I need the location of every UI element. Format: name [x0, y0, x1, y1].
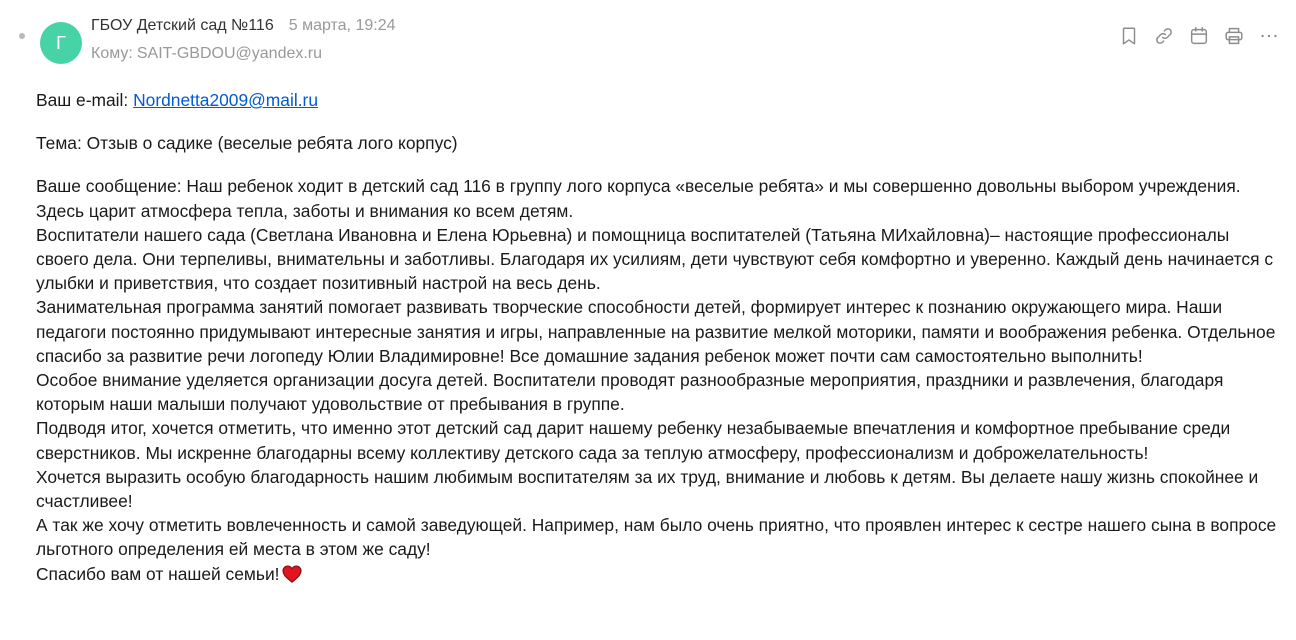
message-paragraph: Подводя итог, хочется отметить, что имен…	[36, 418, 1231, 463]
print-button[interactable]	[1222, 24, 1246, 48]
message-text: Ваше сообщение: Наш ребенок ходит в детс…	[36, 174, 1286, 585]
unread-dot-icon[interactable]	[19, 33, 25, 39]
subject-line: Тема: Отзыв о садике (веселые ребята лог…	[36, 133, 458, 154]
print-icon	[1225, 27, 1243, 45]
message-paragraph: Хочется выразить особую благодарность на…	[36, 466, 1259, 512]
link-icon	[1156, 28, 1172, 44]
message-paragraphs: Ваше сообщение: Наш ребенок ходит в детс…	[36, 176, 1276, 559]
more-icon	[1261, 34, 1277, 38]
email-line: Ваш e-mail: Nordnetta2009@mail.ru	[36, 88, 1286, 112]
message-paragraph: Воспитатели нашего сада (Светлана Иванов…	[36, 224, 1274, 294]
sent-date: 5 марта, 19:24	[288, 17, 396, 34]
message-paragraph: А так же хочу отметить вовлеченность и с…	[36, 515, 1277, 560]
sender-name[interactable]: ГБОУ Детский сад №116	[91, 17, 274, 34]
message-toolbar	[1117, 24, 1281, 48]
closing-text: Спасибо вам от нашей семьи!	[36, 563, 280, 584]
copy-link-button[interactable]	[1152, 24, 1176, 48]
email-label: Ваш e-mail:	[36, 90, 129, 110]
recipient-line: Кому: SAIT-GBDOU@yandex.ru	[91, 44, 322, 64]
email-body: Ваш e-mail: Nordnetta2009@mail.ru Тема: …	[36, 88, 1286, 586]
heart-icon	[281, 565, 302, 583]
bookmark-button[interactable]	[1117, 24, 1141, 48]
email-header: Г ГБОУ Детский сад №116 5 марта, 19:24 Ко…	[0, 0, 1296, 76]
message-paragraph: Особое внимание уделяется организации до…	[36, 370, 1224, 415]
to-label: Кому:	[91, 45, 133, 62]
avatar[interactable]: Г	[40, 22, 82, 64]
sender-email-link[interactable]: Nordnetta2009@mail.ru	[133, 90, 318, 110]
sender-line: ГБОУ Детский сад №116 5 марта, 19:24	[91, 16, 395, 36]
more-actions-button[interactable]	[1257, 24, 1281, 48]
message-paragraph: Занимательная программа занятий помогает…	[36, 297, 1276, 366]
recipient-address[interactable]: SAIT-GBDOU@yandex.ru	[137, 45, 322, 62]
calendar-icon	[1190, 27, 1208, 45]
bookmark-icon	[1122, 27, 1136, 45]
message-paragraph: Ваше сообщение: Наш ребенок ходит в детс…	[36, 176, 1241, 221]
add-to-calendar-button[interactable]	[1187, 24, 1211, 48]
